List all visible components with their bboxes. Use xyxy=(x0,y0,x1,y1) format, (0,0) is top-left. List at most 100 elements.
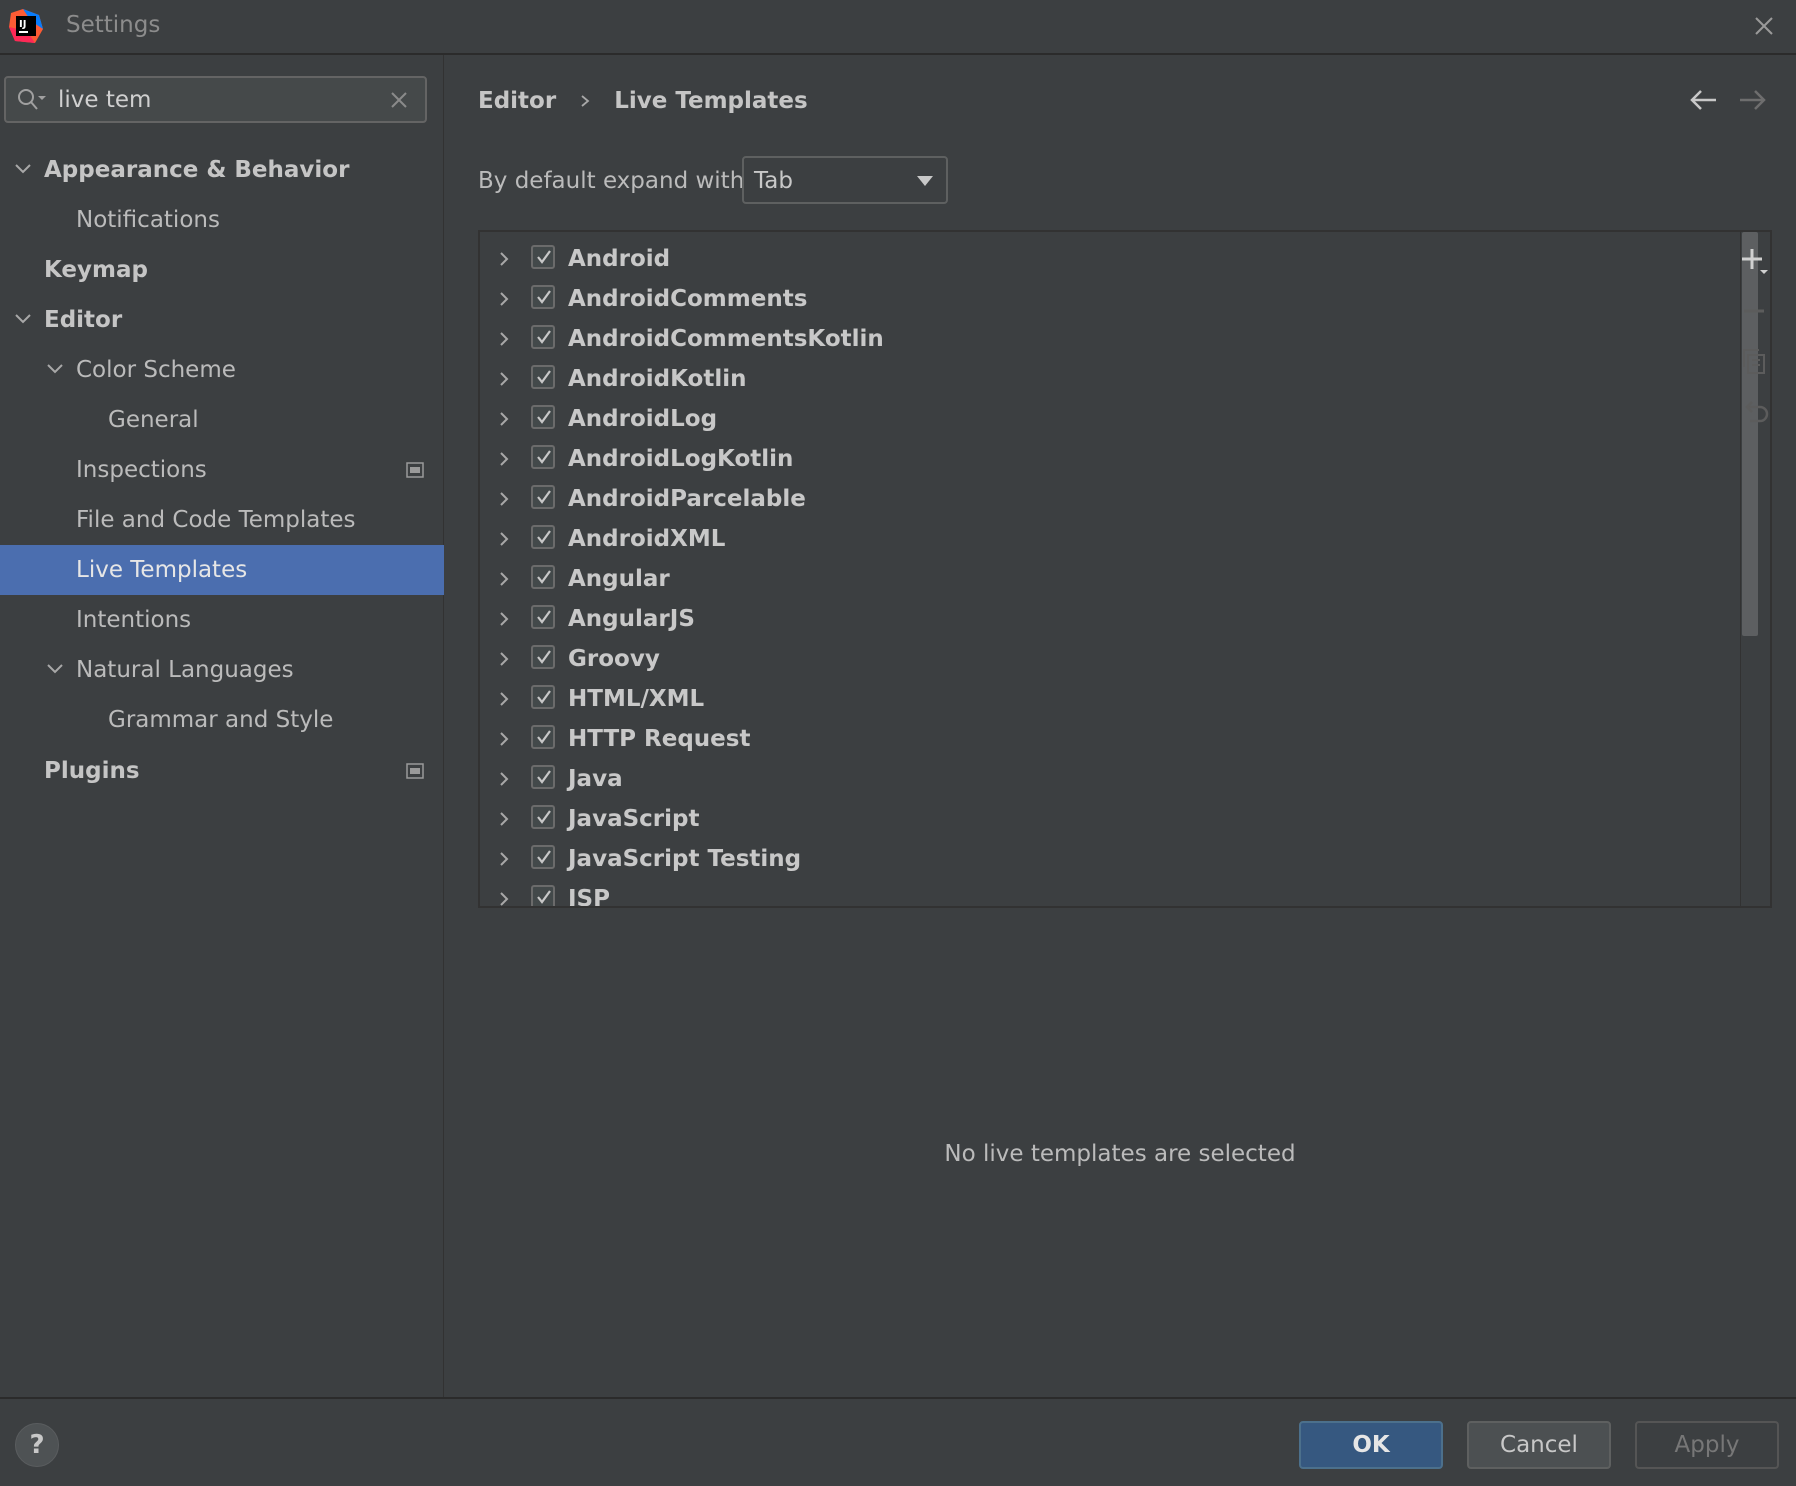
template-group-checkbox[interactable] xyxy=(531,605,555,629)
chevron-right-icon[interactable] xyxy=(495,810,513,828)
chevron-down-icon[interactable] xyxy=(13,309,33,329)
template-group-row[interactable]: Groovy xyxy=(480,640,1712,680)
search-icon[interactable] xyxy=(16,87,48,113)
template-group-name: AndroidComments xyxy=(568,286,808,312)
template-group-row[interactable]: AndroidCommentsKotlin xyxy=(480,320,1712,360)
template-group-checkbox[interactable] xyxy=(531,445,555,469)
template-group-checkbox[interactable] xyxy=(531,565,555,589)
template-group-name: Android xyxy=(568,246,671,272)
template-group-checkbox[interactable] xyxy=(531,245,555,269)
template-group-checkbox[interactable] xyxy=(531,405,555,429)
settings-search[interactable] xyxy=(4,76,427,123)
template-group-name: HTML/XML xyxy=(568,686,705,712)
settings-sidebar: Appearance & Behavior Notifications Keym… xyxy=(0,55,444,1397)
template-group-checkbox[interactable] xyxy=(531,725,555,749)
tree-item-notifications[interactable]: Notifications xyxy=(0,195,444,245)
chevron-right-icon[interactable] xyxy=(495,850,513,868)
project-level-icon xyxy=(406,763,424,779)
chevron-down-icon[interactable] xyxy=(45,359,65,379)
tree-item-inspections[interactable]: Inspections xyxy=(0,445,444,495)
template-group-row[interactable]: JSP xyxy=(480,880,1712,906)
chevron-right-icon[interactable] xyxy=(495,570,513,588)
window-title: Settings xyxy=(66,12,161,38)
tree-item-appearance-behavior[interactable]: Appearance & Behavior xyxy=(0,145,444,195)
tree-item-color-scheme[interactable]: Color Scheme xyxy=(0,345,444,395)
template-group-checkbox[interactable] xyxy=(531,765,555,789)
close-icon[interactable] xyxy=(1748,10,1780,42)
scrollbar-thumb[interactable] xyxy=(1742,232,1758,636)
chevron-right-icon[interactable] xyxy=(495,650,513,668)
tree-item-plugins[interactable]: Plugins xyxy=(0,746,444,796)
chevron-right-icon[interactable] xyxy=(495,890,513,906)
template-group-row[interactable]: AndroidLog xyxy=(480,400,1712,440)
chevron-down-icon[interactable] xyxy=(45,659,65,679)
chevron-right-icon[interactable] xyxy=(495,690,513,708)
template-group-checkbox[interactable] xyxy=(531,685,555,709)
chevron-right-icon[interactable] xyxy=(495,250,513,268)
tree-item-natural-languages[interactable]: Natural Languages xyxy=(0,645,444,695)
template-group-row[interactable]: JavaScript Testing xyxy=(480,840,1712,880)
template-group-row[interactable]: HTTP Request xyxy=(480,720,1712,760)
templates-list-panel: Android AndroidComments AndroidCommentsKot… xyxy=(478,230,1772,908)
template-group-row[interactable]: HTML/XML xyxy=(480,680,1712,720)
search-input[interactable] xyxy=(58,85,378,115)
template-group-checkbox[interactable] xyxy=(531,845,555,869)
checkmark-icon xyxy=(537,890,551,904)
chevron-right-icon[interactable] xyxy=(495,290,513,308)
template-group-name: AndroidXML xyxy=(568,526,726,552)
chevron-right-icon[interactable] xyxy=(495,450,513,468)
template-group-checkbox[interactable] xyxy=(531,485,555,509)
template-group-row[interactable]: AndroidKotlin xyxy=(480,360,1712,400)
arrow-left-icon[interactable] xyxy=(1686,85,1720,115)
chevron-right-icon[interactable] xyxy=(495,370,513,388)
template-group-row[interactable]: AndroidParcelable xyxy=(480,480,1712,520)
cancel-button[interactable]: Cancel xyxy=(1467,1421,1611,1469)
checkmark-icon xyxy=(537,370,551,384)
copy-icon[interactable] xyxy=(1738,345,1770,377)
template-group-row[interactable]: AngularJS xyxy=(480,600,1712,640)
template-group-checkbox[interactable] xyxy=(531,365,555,389)
template-group-row[interactable]: AndroidComments xyxy=(480,280,1712,320)
template-group-checkbox[interactable] xyxy=(531,805,555,829)
template-group-row[interactable]: JavaScript xyxy=(480,800,1712,840)
chevron-right-icon[interactable] xyxy=(495,730,513,748)
dropdown-arrow-icon[interactable] xyxy=(916,175,934,187)
template-group-row[interactable]: Java xyxy=(480,760,1712,800)
chevron-right-icon[interactable] xyxy=(495,410,513,428)
template-group-row[interactable]: AndroidLogKotlin xyxy=(480,440,1712,480)
template-group-checkbox[interactable] xyxy=(531,325,555,349)
expand-with-dropdown[interactable]: Tab xyxy=(742,156,948,204)
ok-button[interactable]: OK xyxy=(1299,1421,1443,1469)
checkmark-icon xyxy=(537,650,551,664)
tree-item-editor[interactable]: Editor xyxy=(0,295,444,345)
breadcrumb-parent[interactable]: Editor xyxy=(478,88,556,114)
help-button[interactable]: ? xyxy=(15,1423,59,1467)
tree-item-keymap[interactable]: Keymap xyxy=(0,245,444,295)
chevron-right-icon[interactable] xyxy=(495,530,513,548)
clear-search-icon[interactable] xyxy=(389,90,409,110)
template-group-checkbox[interactable] xyxy=(531,645,555,669)
tree-item-grammar-style[interactable]: Grammar and Style xyxy=(0,695,444,745)
tree-item-live-templates[interactable]: Live Templates xyxy=(0,545,444,595)
tree-item-label: Natural Languages xyxy=(76,657,294,683)
arrow-right-icon[interactable] xyxy=(1736,85,1770,115)
tree-item-general[interactable]: General xyxy=(0,395,444,445)
remove-icon[interactable] xyxy=(1738,295,1770,327)
chevron-right-icon[interactable] xyxy=(495,610,513,628)
template-group-checkbox[interactable] xyxy=(531,885,555,906)
chevron-right-icon[interactable] xyxy=(495,330,513,348)
apply-button[interactable]: Apply xyxy=(1635,1421,1779,1469)
chevron-down-icon[interactable] xyxy=(13,159,33,179)
template-group-row[interactable]: AndroidXML xyxy=(480,520,1712,560)
template-group-checkbox[interactable] xyxy=(531,285,555,309)
tree-item-file-code-templates[interactable]: File and Code Templates xyxy=(0,495,444,545)
template-group-row[interactable]: Android xyxy=(480,240,1712,280)
chevron-right-icon[interactable] xyxy=(495,770,513,788)
add-icon[interactable] xyxy=(1738,245,1770,277)
template-group-checkbox[interactable] xyxy=(531,525,555,549)
tree-item-intentions[interactable]: Intentions xyxy=(0,595,444,645)
chevron-right-icon[interactable] xyxy=(495,490,513,508)
template-group-row[interactable]: Angular xyxy=(480,560,1712,600)
checkmark-icon xyxy=(537,690,551,704)
revert-icon[interactable] xyxy=(1738,397,1770,429)
